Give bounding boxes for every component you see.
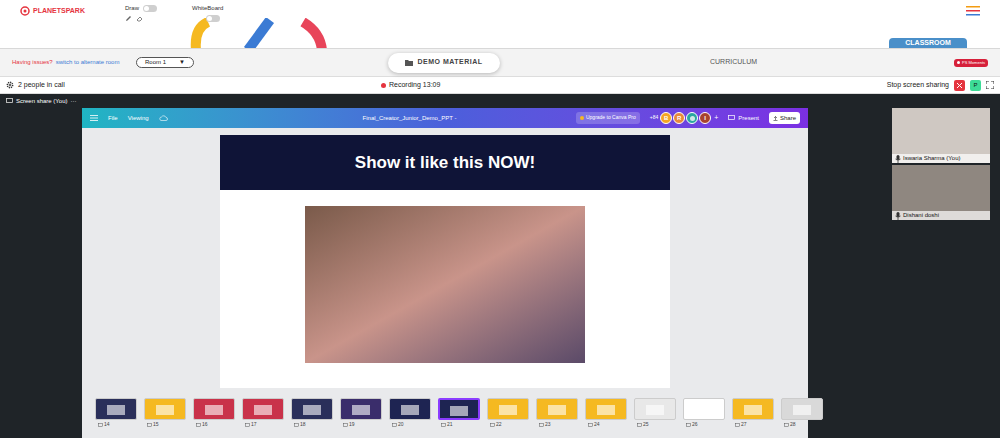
avatar[interactable]: I <box>699 112 711 124</box>
cloud-icon <box>159 115 168 121</box>
slide-thumbnail[interactable]: 14 <box>95 398 137 429</box>
toolbar-toggle[interactable]: Draw <box>125 4 157 22</box>
user-button[interactable]: P <box>970 80 981 91</box>
stop-share-button[interactable] <box>954 80 965 91</box>
gear-icon[interactable] <box>6 81 14 89</box>
canva-menu-item[interactable]: File <box>108 114 118 123</box>
logo-icon <box>20 6 30 16</box>
slide-thumbnail[interactable]: 15 <box>144 398 186 429</box>
present-icon <box>728 115 735 121</box>
slide-thumbnail[interactable]: 22 <box>487 398 529 429</box>
menu-icon[interactable] <box>966 6 980 16</box>
slide-thumbnail[interactable]: 23 <box>536 398 578 429</box>
participant-name: Dishani doshi <box>903 211 939 220</box>
participants: Iswaria Sharma (You) Dishani doshi <box>892 108 990 438</box>
recording-indicator: Recording 13:09 <box>381 80 440 91</box>
decoration-icon <box>188 18 338 50</box>
comment-icon <box>294 423 299 427</box>
moments-badge[interactable]: PS Moments <box>954 59 988 67</box>
room-bar: Having issues?switch to alternate roomRo… <box>0 48 1000 76</box>
classroom-tab[interactable]: CLASSROOM <box>889 38 967 49</box>
app: PLANETSPARK Draw WhiteBoard CLASSROOMHaving… <box>0 0 1000 438</box>
slide-thumbnail[interactable]: 21 <box>438 398 480 429</box>
toolbar-toggle[interactable]: WhiteBoard <box>192 4 223 22</box>
comment-icon <box>735 423 740 427</box>
avatar[interactable] <box>686 112 698 124</box>
participant-tile: Iswaria Sharma (You) <box>892 108 990 163</box>
participant-tile: Dishani doshi <box>892 165 990 220</box>
slide-thumbnail[interactable]: 27 <box>732 398 774 429</box>
slide-header: Show it like this NOW! <box>220 135 670 190</box>
slide-thumbnail[interactable]: 26 <box>683 398 725 429</box>
call-bar: 2 people in callRecording 13:09Stop scre… <box>0 76 1000 94</box>
slide-thumbnail[interactable]: 24 <box>585 398 627 429</box>
logo[interactable]: PLANETSPARK <box>20 4 85 17</box>
canva-header: File Viewing Final_Creator_Junior_Demo_PPT… <box>82 108 808 128</box>
comment-icon <box>392 423 397 427</box>
shared-screen: File Viewing Final_Creator_Junior_Demo_PPT… <box>82 108 808 438</box>
upload-icon <box>773 116 778 121</box>
mic-icon <box>895 155 901 163</box>
present-button[interactable]: Present <box>728 114 759 123</box>
add-collaborator[interactable]: + <box>714 113 718 124</box>
mic-icon <box>895 212 901 220</box>
slide-thumbnail[interactable]: 28 <box>781 398 823 429</box>
comment-icon <box>441 423 446 427</box>
upgrade-button[interactable]: Upgrade to Canva Pro <box>576 112 640 124</box>
demo-material-button[interactable]: DEMO MATERIAL <box>388 53 500 73</box>
call-area: Screen share (You)··· File Viewing Final_Cr… <box>0 94 1000 438</box>
share-button[interactable]: Share <box>769 112 800 124</box>
close-icon <box>957 83 962 88</box>
slide-thumbnail[interactable]: 19 <box>340 398 382 429</box>
expand-icon[interactable] <box>986 81 994 89</box>
slide-thumbnail[interactable]: 20 <box>389 398 431 429</box>
comment-icon <box>637 423 642 427</box>
comment-icon <box>539 423 544 427</box>
switch-room-link[interactable]: switch to alternate room <box>56 58 120 67</box>
screen-icon <box>6 98 13 104</box>
comment-icon <box>588 423 593 427</box>
avatar[interactable]: B <box>660 112 672 124</box>
slide-gif <box>305 206 585 363</box>
avatar[interactable]: R <box>673 112 685 124</box>
slide-thumbnail[interactable]: 18 <box>291 398 333 429</box>
participant-name: Iswaria Sharma (You) <box>903 154 960 163</box>
pencil-icon[interactable] <box>125 15 132 22</box>
slide: Show it like this NOW! <box>220 135 670 388</box>
comment-icon <box>686 423 691 427</box>
room-select[interactable]: Room 1▼ <box>136 57 194 68</box>
comment-icon <box>196 423 201 427</box>
comment-icon <box>245 423 250 427</box>
comment-icon <box>343 423 348 427</box>
toggle-switch[interactable] <box>143 5 157 12</box>
slide-thumbnail[interactable]: 17 <box>242 398 284 429</box>
curriculum-tab[interactable]: CURRICULUM <box>710 57 757 68</box>
thumbnail-strip: 141516171819202122232425262728 <box>82 398 808 429</box>
comment-icon <box>784 423 789 427</box>
slide-thumbnail[interactable]: 16 <box>193 398 235 429</box>
comment-icon <box>490 423 495 427</box>
canva-menu-item[interactable]: Viewing <box>128 114 149 123</box>
document-title[interactable]: Final_Creator_Junior_Demo_PPT - <box>363 114 457 123</box>
share-tab[interactable]: Screen share (You)··· <box>0 94 1000 108</box>
comment-icon <box>98 423 103 427</box>
comment-icon <box>147 423 152 427</box>
hamburger-icon[interactable] <box>90 115 98 121</box>
slide-thumbnail[interactable]: 25 <box>634 398 676 429</box>
top-header: PLANETSPARK Draw WhiteBoard CLASSROOM <box>0 0 1000 48</box>
toggle-switch[interactable] <box>206 15 220 22</box>
folder-icon <box>405 59 413 66</box>
eraser-icon[interactable] <box>136 15 143 22</box>
collaborator-count: +84 <box>650 114 658 122</box>
